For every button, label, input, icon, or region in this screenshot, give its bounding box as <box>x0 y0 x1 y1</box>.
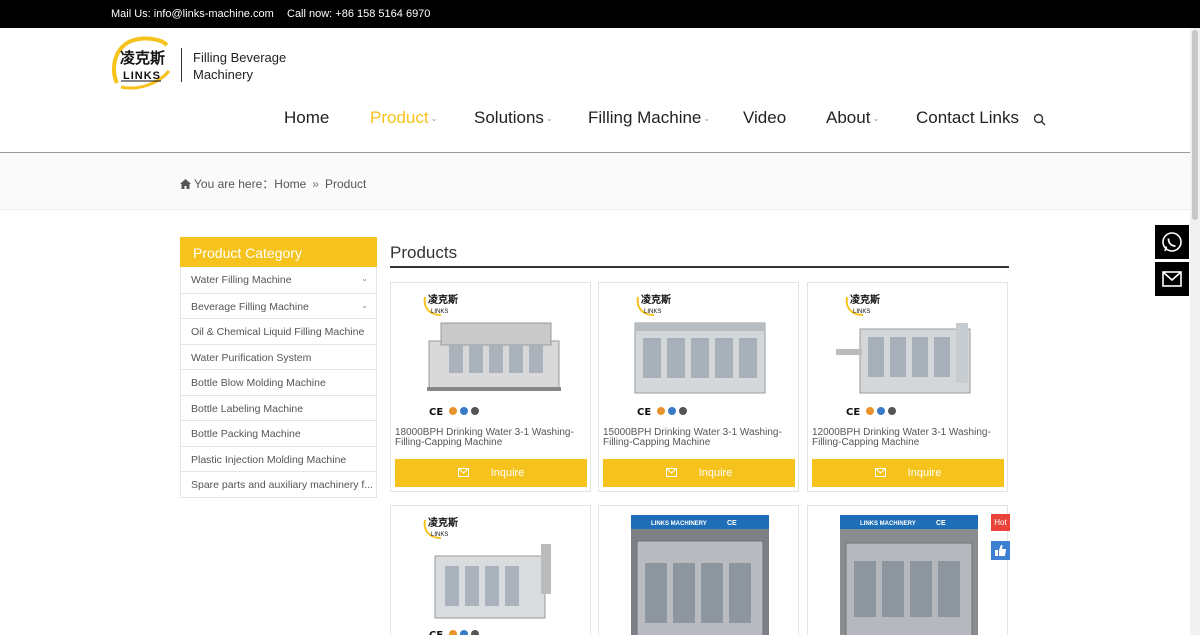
category-bottle-blow-molding-machine[interactable]: Bottle Blow Molding Machine <box>181 369 376 395</box>
product-card[interactable]: 凌克斯 LINKS CE 12000BPH Drinking Water 3-1… <box>807 282 1008 492</box>
inquire-button[interactable]: Inquire <box>603 459 795 487</box>
product-image[interactable]: 凌克斯 LINKS CE <box>391 506 592 635</box>
svg-text:LINKS: LINKS <box>853 309 870 315</box>
product-image[interactable]: 凌克斯 LINKS CE <box>599 283 800 423</box>
breadcrumb-prefix: You are here： <box>194 177 275 191</box>
tagline-line-1: Filling Beverage <box>193 50 287 65</box>
svg-text:CE: CE <box>429 630 443 635</box>
brand-tagline: Filling Beverage Machinery <box>193 49 286 83</box>
breadcrumb-current[interactable]: Product <box>325 177 366 191</box>
category-oil-chemical-filling-machine[interactable]: Oil & Chemical Liquid Filling Machine <box>181 318 376 344</box>
category-plastic-injection-molding-machine[interactable]: Plastic Injection Molding Machine <box>181 445 376 472</box>
search-icon[interactable] <box>1033 113 1046 126</box>
svg-text:LINKS MACHINERY: LINKS MACHINERY <box>651 521 707 527</box>
product-name[interactable]: 12000BPH Drinking Water 3-1 Washing-Fill… <box>812 428 1004 448</box>
svg-text:LINKS: LINKS <box>644 309 661 315</box>
envelope-icon <box>874 468 886 477</box>
chevron-down-icon: ⌄ <box>430 114 438 124</box>
svg-text:凌克斯: 凌克斯 <box>850 293 880 306</box>
logo-divider <box>181 48 182 82</box>
scrollbar-thumb[interactable] <box>1192 30 1198 220</box>
chevron-down-icon: ⌄ <box>545 114 553 124</box>
category-bottle-packing-machine[interactable]: Bottle Packing Machine <box>181 420 376 446</box>
envelope-icon <box>457 468 469 477</box>
breadcrumb-separator: » <box>312 177 319 191</box>
product-category-list: Water Filling Machine ⌄ Beverage Filling … <box>180 267 377 498</box>
category-bottle-labeling-machine[interactable]: Bottle Labeling Machine <box>181 394 376 421</box>
links-logo[interactable]: 凌克斯 LINKS <box>109 35 173 91</box>
svg-text:凌克斯: 凌克斯 <box>428 293 458 306</box>
nav-about[interactable]: About ⌄ <box>826 108 879 128</box>
chevron-down-icon: ⌄ <box>703 114 711 124</box>
svg-text:凌克斯: 凌克斯 <box>120 49 165 67</box>
svg-text:LINKS: LINKS <box>123 70 161 82</box>
envelope-icon <box>665 468 677 477</box>
email-icon[interactable] <box>1155 262 1189 296</box>
breadcrumb-band <box>0 153 1190 210</box>
inquire-button[interactable]: Inquire <box>395 459 587 487</box>
nav-filling-machine[interactable]: Filling Machine ⌄ <box>588 108 710 128</box>
home-icon <box>180 179 191 189</box>
chevron-down-icon: ⌄ <box>872 114 880 124</box>
chevron-down-icon[interactable]: ⌄ <box>361 274 368 283</box>
hot-badge[interactable]: Hot <box>991 514 1010 531</box>
product-image[interactable]: 凌克斯 LINKS CE <box>808 283 1009 423</box>
phone-contact[interactable]: Call now: +86 158 5164 6970 <box>287 8 430 20</box>
breadcrumb: You are here：Home » Product <box>180 175 366 192</box>
nav-product[interactable]: Product ⌄ <box>370 108 437 128</box>
svg-text:凌克斯: 凌克斯 <box>641 293 671 306</box>
top-bar: Mail Us: info@links-machine.com Call now… <box>0 0 1200 28</box>
products-heading-underline <box>390 266 1009 268</box>
product-card[interactable]: 凌克斯 LINKS CE 15000BPH Drinking Water 3-1… <box>598 282 799 492</box>
svg-text:凌克斯: 凌克斯 <box>428 516 458 529</box>
whatsapp-icon[interactable] <box>1155 225 1189 259</box>
svg-text:CE: CE <box>936 520 946 527</box>
product-name[interactable]: 15000BPH Drinking Water 3-1 Washing-Fill… <box>603 428 795 448</box>
inquire-button[interactable]: Inquire <box>812 459 1004 487</box>
category-spare-parts[interactable]: Spare parts and auxiliary machinery f... <box>181 471 376 497</box>
product-card[interactable]: 凌克斯 LINKS CE 18000BPH Drinking Water 3-1… <box>390 282 591 492</box>
thumbs-up-icon[interactable] <box>991 541 1010 560</box>
product-image[interactable]: LINKS MACHINERY CE <box>599 506 800 635</box>
category-water-purification-system[interactable]: Water Purification System <box>181 343 376 370</box>
svg-text:CE: CE <box>429 407 443 418</box>
product-image[interactable]: 凌克斯 LINKS CE <box>391 283 592 423</box>
product-name[interactable]: 18000BPH Drinking Water 3-1 Washing-Fill… <box>395 428 587 448</box>
chevron-down-icon[interactable]: ⌄ <box>361 301 368 310</box>
product-card[interactable]: LINKS MACHINERY CE <box>598 505 799 635</box>
nav-home[interactable]: Home <box>284 108 329 128</box>
category-beverage-filling-machine[interactable]: Beverage Filling Machine ⌄ <box>181 292 376 319</box>
category-water-filling-machine[interactable]: Water Filling Machine ⌄ <box>181 267 376 293</box>
mail-contact[interactable]: Mail Us: info@links-machine.com <box>111 8 274 20</box>
product-image[interactable]: LINKS MACHINERY CE <box>808 506 1009 635</box>
svg-text:LINKS: LINKS <box>431 532 448 538</box>
nav-contact-links[interactable]: Contact Links <box>916 108 1019 128</box>
product-card[interactable]: LINKS MACHINERY CE <box>807 505 1008 635</box>
tagline-line-2: Machinery <box>193 67 253 82</box>
breadcrumb-home-link[interactable]: Home <box>274 177 306 191</box>
svg-text:LINKS MACHINERY: LINKS MACHINERY <box>860 521 916 527</box>
product-category-title: Product Category <box>180 237 377 267</box>
nav-video[interactable]: Video <box>743 108 786 128</box>
svg-text:CE: CE <box>637 407 651 418</box>
svg-text:CE: CE <box>727 520 737 527</box>
svg-text:CE: CE <box>846 407 860 418</box>
svg-text:LINKS: LINKS <box>431 309 448 315</box>
products-heading: Products <box>390 243 458 262</box>
nav-solutions[interactable]: Solutions ⌄ <box>474 108 553 128</box>
product-card[interactable]: 凌克斯 LINKS CE <box>390 505 591 635</box>
